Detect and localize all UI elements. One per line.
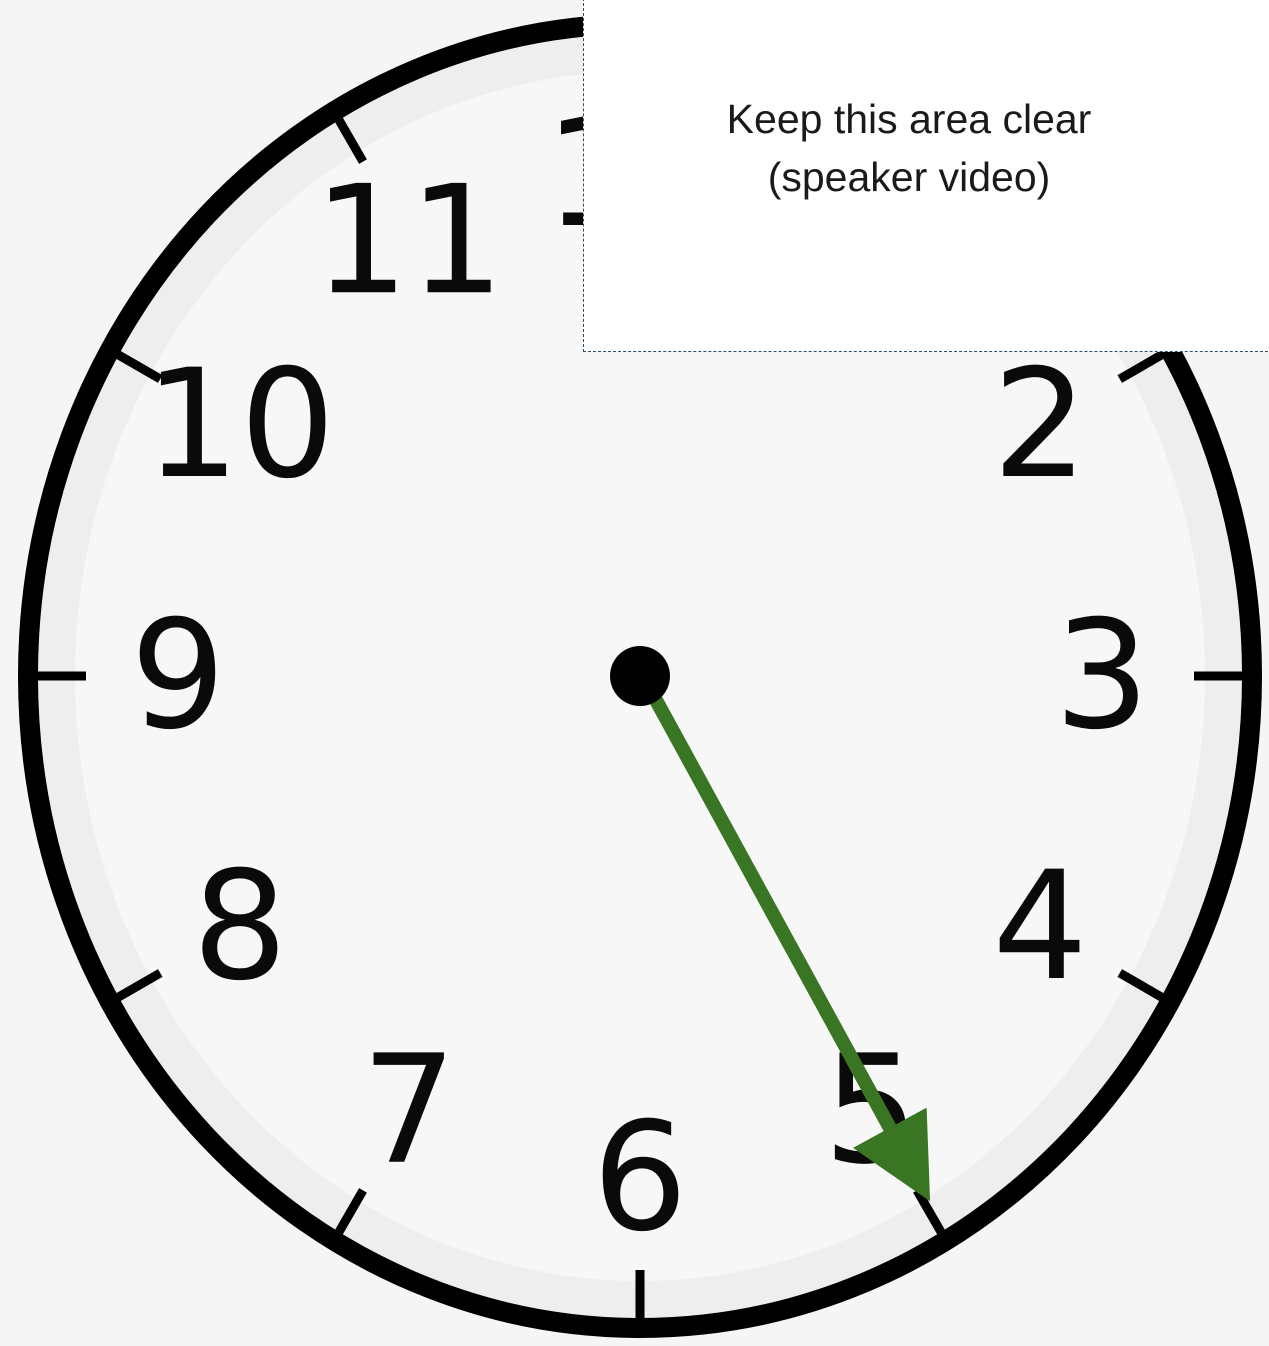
numeral-4: 4 — [992, 840, 1087, 1014]
numeral-6: 6 — [592, 1091, 687, 1265]
speaker-placeholder-text: Keep this area clear (speaker video) — [584, 90, 1269, 206]
numeral-2: 2 — [992, 338, 1087, 512]
numeral-9: 9 — [130, 589, 225, 763]
speaker-line-1: Keep this area clear — [726, 96, 1092, 142]
numeral-11: 11 — [314, 154, 505, 328]
speaker-video-placeholder: Keep this area clear (speaker video) — [583, 0, 1269, 352]
numeral-3: 3 — [1054, 589, 1149, 763]
numeral-8: 8 — [192, 840, 287, 1014]
numeral-5: 5 — [823, 1024, 918, 1198]
numeral-7: 7 — [361, 1024, 456, 1198]
speaker-line-2: (speaker video) — [767, 154, 1051, 200]
center-pivot — [610, 646, 670, 706]
numeral-10: 10 — [144, 338, 335, 512]
